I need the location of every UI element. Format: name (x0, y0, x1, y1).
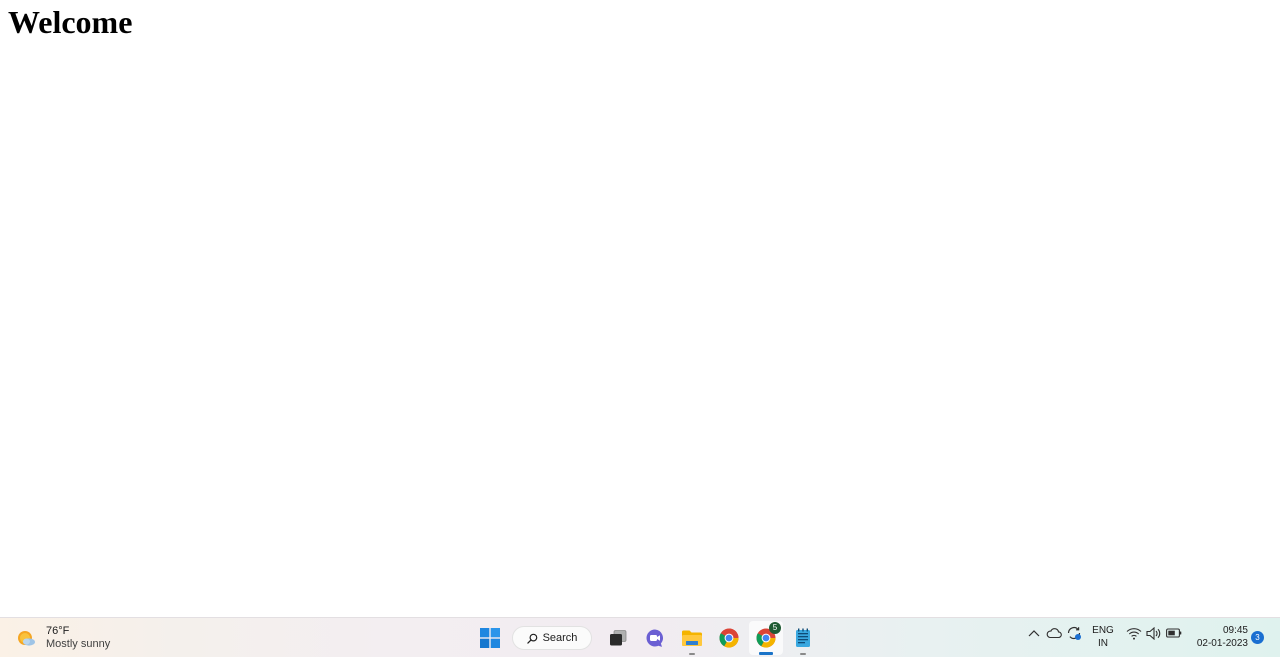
weather-temperature: 76°F (46, 625, 70, 637)
update-status-button[interactable] (1066, 625, 1082, 641)
cloud-icon (1046, 628, 1062, 639)
search-icon (526, 633, 537, 644)
notepad-button[interactable] (786, 621, 820, 655)
battery-icon (1166, 628, 1182, 638)
chrome-active-button[interactable]: 5 (749, 621, 783, 655)
active-indicator (759, 652, 773, 655)
browser-page: Welcome (0, 0, 1280, 617)
running-indicator (800, 653, 806, 655)
battery-button[interactable] (1166, 625, 1182, 641)
weather-widget[interactable]: 76°F Mostly sunny (14, 624, 110, 652)
chat-icon (646, 629, 663, 647)
chrome-profile-badge: 5 (769, 622, 781, 634)
network-button[interactable] (1126, 625, 1142, 641)
running-indicator (689, 653, 695, 655)
chrome-icon (719, 628, 739, 648)
windows-logo-icon (480, 628, 500, 648)
weather-condition: Mostly sunny (46, 638, 111, 650)
show-hidden-icons-button[interactable] (1026, 625, 1042, 641)
page-heading: Welcome (8, 4, 133, 40)
clock-button[interactable]: 09:45 02-01-2023 (1190, 624, 1248, 650)
taskbar: 76°F Mostly sunny Search 5 ENG IN 09:45 … (0, 617, 1280, 657)
start-button[interactable] (473, 621, 507, 655)
notification-badge[interactable]: 3 (1251, 631, 1264, 644)
sync-icon (1067, 627, 1081, 640)
chevron-up-icon (1028, 630, 1040, 637)
chrome-button[interactable] (712, 621, 746, 655)
file-explorer-button[interactable] (675, 621, 709, 655)
clock-date: 02-01-2023 (1196, 638, 1248, 649)
taskbar-center: Search 5 (473, 621, 823, 655)
speaker-icon (1145, 626, 1160, 640)
notepad-icon (796, 628, 810, 647)
volume-button[interactable] (1145, 625, 1161, 641)
taskbar-search[interactable]: Search (512, 626, 592, 650)
task-view-button[interactable] (601, 621, 635, 655)
language-code: ENG (1092, 625, 1114, 636)
language-region: IN (1098, 638, 1108, 649)
onedrive-button[interactable] (1046, 625, 1062, 641)
search-label: Search (542, 632, 578, 644)
partly-sunny-icon (14, 626, 38, 650)
folder-icon (682, 630, 702, 646)
input-language-button[interactable]: ENG IN (1091, 624, 1115, 650)
clock-time: 09:45 (1222, 625, 1248, 636)
chat-button[interactable] (638, 621, 672, 655)
wifi-icon (1126, 627, 1142, 640)
task-view-icon (610, 630, 627, 646)
